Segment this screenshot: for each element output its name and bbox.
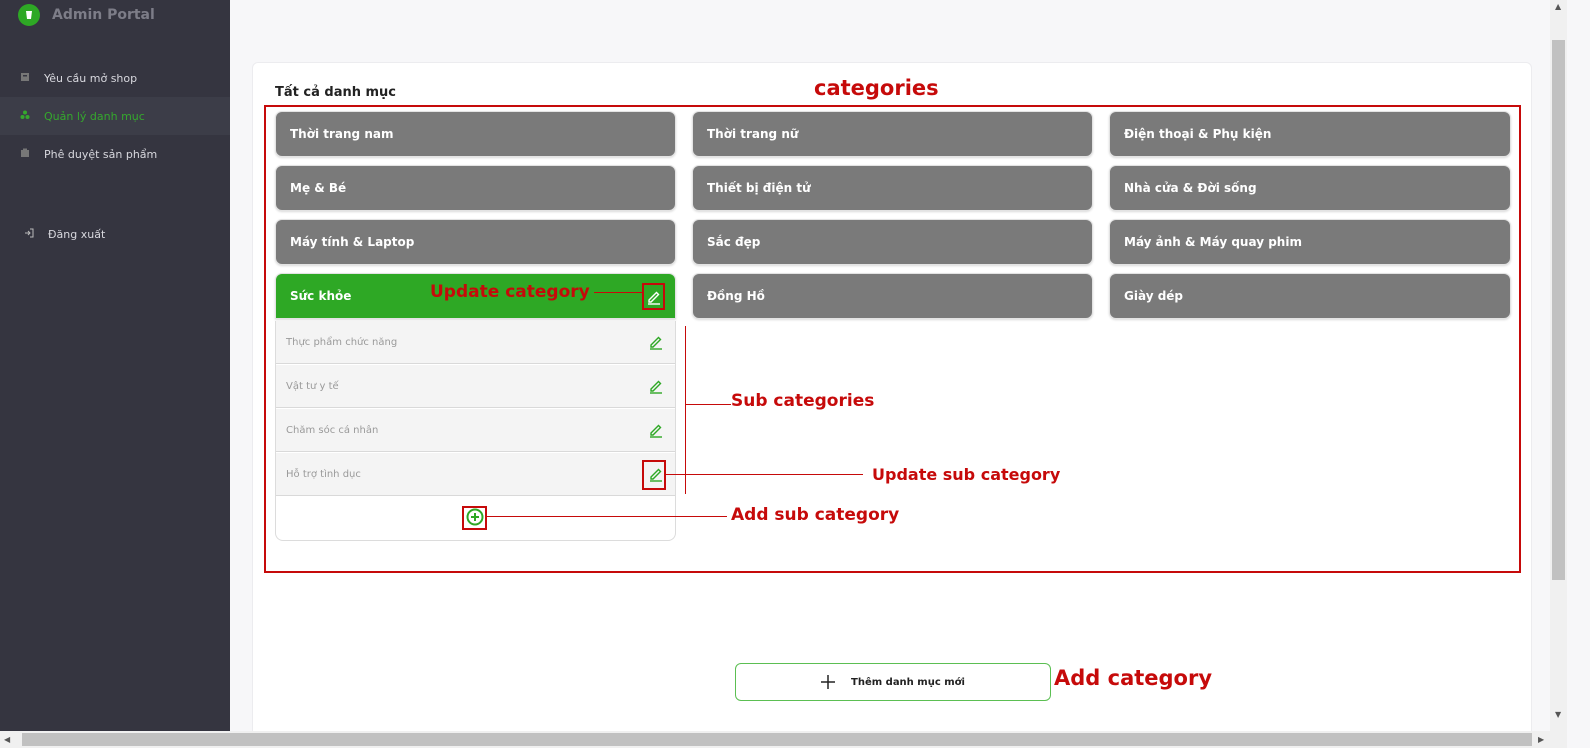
annotation-categories-box — [264, 105, 1521, 573]
plus-icon — [821, 675, 836, 689]
section-title: Tất cả danh mục — [275, 85, 397, 100]
logout-icon — [24, 228, 34, 241]
logo-icon — [18, 4, 40, 26]
logout-button[interactable]: Đăng xuất — [0, 215, 230, 253]
logout-label: Đăng xuất — [48, 227, 106, 241]
scroll-left-icon[interactable]: ◀ — [4, 735, 10, 744]
annotation-line — [594, 292, 642, 293]
annotation-line — [487, 516, 727, 517]
vertical-scrollbar-thumb[interactable] — [1552, 40, 1565, 580]
annotation-line — [685, 404, 731, 405]
store-icon — [20, 72, 30, 85]
horizontal-scrollbar-thumb[interactable] — [22, 733, 1532, 746]
product-icon — [20, 148, 30, 161]
annotation-categories: categories — [814, 76, 939, 100]
scroll-right-icon[interactable]: ▶ — [1538, 735, 1544, 744]
sidebar-item-label: Phê duyệt sản phẩm — [44, 147, 158, 161]
annotation-add-sub-category: Add sub category — [731, 505, 900, 525]
add-category-button[interactable]: Thêm danh mục mới — [735, 663, 1051, 701]
scroll-down-icon[interactable]: ▼ — [1555, 710, 1561, 719]
annotation-line — [666, 474, 863, 475]
annotation-update-category: Update category — [430, 282, 590, 302]
brand[interactable]: Admin Portal — [18, 4, 155, 26]
category-icon — [20, 110, 30, 123]
sidebar-item-label: Yêu cầu mở shop — [44, 71, 138, 85]
add-category-label: Thêm danh mục mới — [851, 676, 965, 688]
annotation-update-sub-category: Update sub category — [872, 465, 1061, 484]
annotation-add-sub-box — [462, 506, 487, 530]
annotation-sub-categories: Sub categories — [731, 391, 875, 411]
annotation-bracket — [685, 326, 686, 494]
sidebar-item-label: Quản lý danh mục — [44, 109, 145, 123]
annotation-update-sub-box — [642, 460, 666, 490]
annotation-update-category-box — [642, 283, 665, 310]
annotation-add-category: Add category — [1054, 666, 1213, 690]
sidebar-item-shop-requests[interactable]: Yêu cầu mở shop — [0, 59, 230, 97]
app-title: Admin Portal — [52, 7, 155, 23]
sidebar: Admin Portal Yêu cầu mở shop Quản lý dan… — [0, 0, 230, 731]
scroll-up-icon[interactable]: ▲ — [1555, 2, 1561, 11]
sidebar-item-category-management[interactable]: Quản lý danh mục — [0, 97, 230, 135]
sidebar-item-product-approval[interactable]: Phê duyệt sản phẩm — [0, 135, 230, 173]
